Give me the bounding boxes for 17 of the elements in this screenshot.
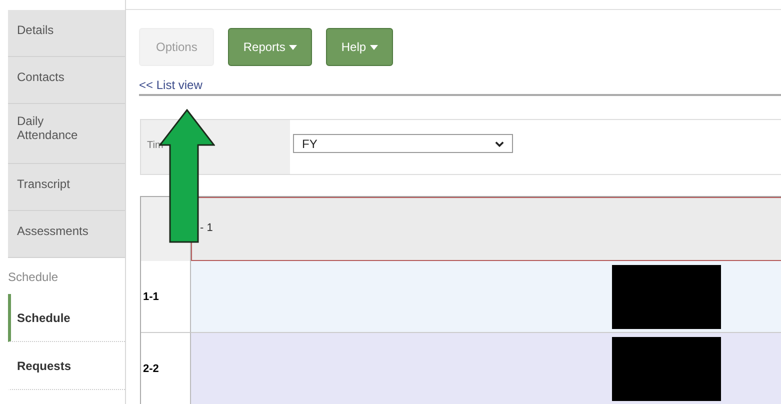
row-label: 2-2	[141, 333, 191, 404]
toolbar-button[interactable]: Reports	[228, 28, 312, 66]
sidebar-tab[interactable]: Contacts	[8, 57, 125, 104]
toolbar-button[interactable]: Help	[326, 28, 394, 66]
sidebar-tab[interactable]: Transcript	[8, 164, 125, 211]
sidebar-tab[interactable]: Assessments	[8, 211, 125, 258]
list-view-link[interactable]: << List view	[139, 78, 202, 92]
caret-icon	[289, 44, 298, 50]
sidebar-tab[interactable]: Schedule	[8, 294, 125, 342]
section-heading: Schedule	[7, 269, 60, 286]
caret-icon	[370, 44, 378, 50]
chevron-down-icon	[495, 140, 504, 146]
timeframe-dropdown[interactable]: FY	[293, 134, 513, 153]
row-label: 1-1	[141, 261, 191, 333]
column-header: - 1	[191, 197, 781, 261]
sidebar-tab[interactable]: Daily Attendance	[8, 104, 125, 164]
sidebar-tab[interactable]: Details	[8, 10, 125, 57]
